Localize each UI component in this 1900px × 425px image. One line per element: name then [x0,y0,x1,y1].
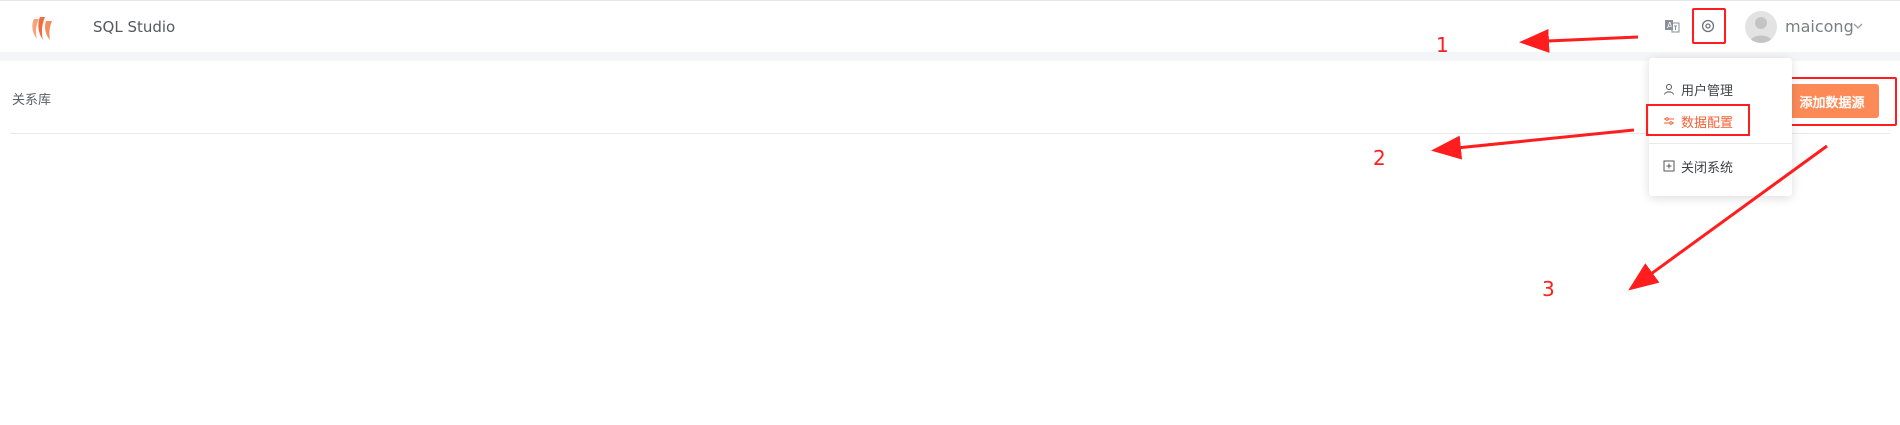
username[interactable]: maicong [1785,18,1854,36]
menu-item-user-management[interactable]: 用户管理 [1663,80,1734,99]
annotation-arrows [1431,28,1828,291]
translate-icon: A [1665,20,1680,33]
app-logo[interactable] [28,13,58,43]
top-header: SQL Studio A maicong [0,0,1900,53]
menu-item-label: 关闭系统 [1681,160,1734,176]
avatar[interactable] [1745,11,1777,43]
translate-button[interactable]: A [1661,15,1683,37]
menu-item-close-system[interactable]: 关闭系统 [1663,157,1734,176]
annotation-box-add-datasource [1787,77,1897,126]
app-title: SQL Studio [93,18,176,36]
annotation-step-1: 1 [1436,33,1449,57]
header-separator [0,52,1900,61]
chevron-down-icon[interactable] [1852,21,1864,31]
tab-relational-db[interactable]: 关系库 [12,93,51,109]
annotation-box-settings [1692,8,1726,44]
app-root: SQL Studio A maicong 关系库 添加数据源 用户管理 数据配置… [0,0,1900,425]
close-square-icon [1663,160,1675,172]
annotation-step-3: 3 [1542,277,1555,301]
menu-divider [1649,143,1792,144]
content-divider [10,133,1890,134]
annotation-box-data-config [1646,104,1750,136]
annotation-step-2: 2 [1373,146,1386,170]
avatar-icon [1749,17,1773,43]
menu-item-label: 用户管理 [1681,83,1734,99]
user-icon [1664,84,1674,95]
